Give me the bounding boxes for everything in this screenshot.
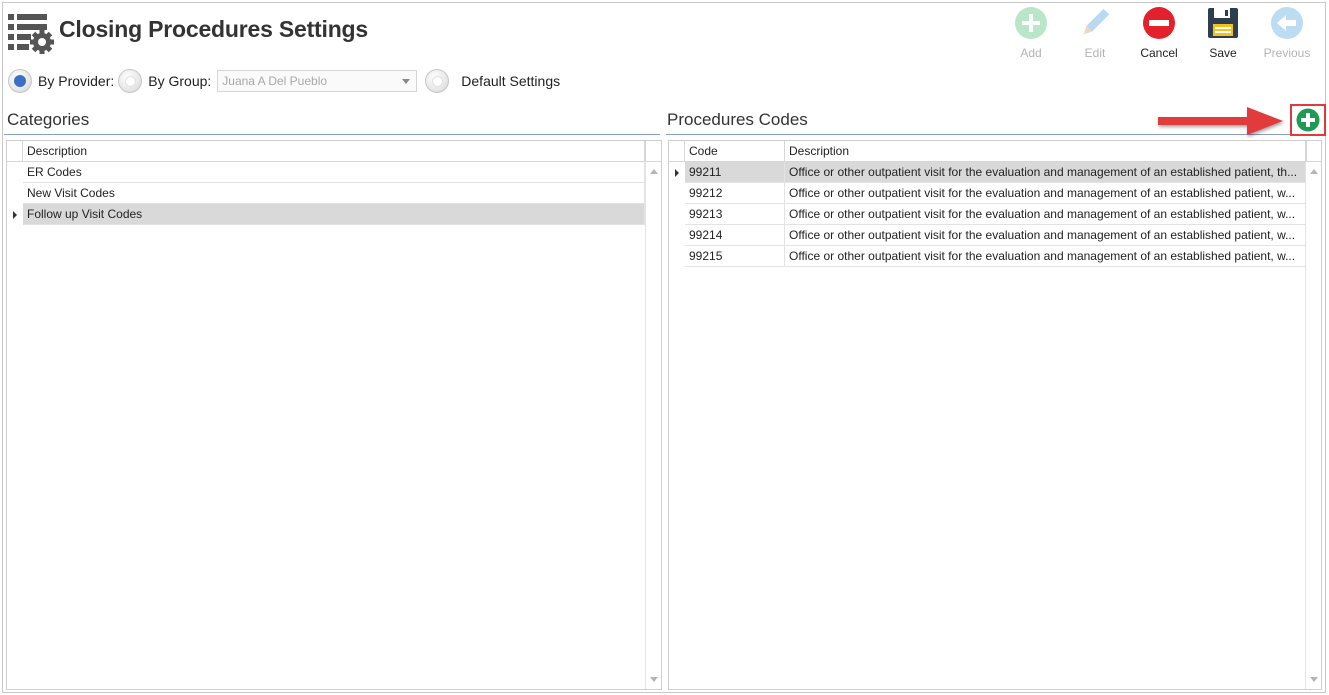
procedure-code: 99214: [685, 225, 785, 246]
procedure-code: 99211: [685, 162, 785, 183]
edit-label: Edit: [1084, 46, 1106, 60]
current-row-arrow-icon: [13, 211, 17, 219]
categories-grid: Description ER Codes New Visit Codes Fol…: [6, 140, 662, 690]
edit-pencil-icon: [1083, 8, 1110, 35]
table-row[interactable]: New Visit Codes: [7, 183, 645, 204]
group-select-value: Juana A Del Pueblo: [222, 74, 328, 88]
by-provider-radio[interactable]: [8, 69, 32, 93]
categories-divider: [4, 134, 660, 135]
procedure-description: Office or other outpatient visit for the…: [785, 183, 1307, 204]
column-header-description[interactable]: Description: [23, 141, 645, 162]
procedures-grid-header: Code Description: [669, 141, 1321, 162]
cancel-button[interactable]: Cancel: [1127, 6, 1191, 62]
add-label: Add: [1020, 46, 1042, 60]
procedures-title: Procedures Codes: [667, 110, 808, 129]
chevron-down-icon: [402, 79, 411, 84]
page-title: Closing Procedures Settings: [59, 16, 368, 42]
row-indicator: [669, 225, 685, 246]
category-description: Follow up Visit Codes: [23, 204, 645, 225]
procedure-code: 99212: [685, 183, 785, 204]
procedure-code: 99213: [685, 204, 785, 225]
save-button[interactable]: Save: [1191, 6, 1255, 62]
scroll-up-icon[interactable]: [650, 169, 658, 174]
save-label: Save: [1209, 46, 1237, 60]
table-row[interactable]: 99215 Office or other outpatient visit f…: [669, 246, 1307, 267]
settings-list-icon: [8, 14, 54, 54]
row-indicator: [7, 162, 23, 183]
save-floppy-icon: [1208, 8, 1238, 38]
column-header-description[interactable]: Description: [785, 141, 1307, 162]
radio-selected-dot: [14, 75, 26, 87]
table-row[interactable]: 99212 Office or other outpatient visit f…: [669, 183, 1307, 204]
current-row-arrow-icon: [675, 169, 679, 177]
radio-empty-dot: [124, 75, 136, 87]
scroll-up-icon[interactable]: [1310, 169, 1318, 174]
previous-arrow-icon: [1271, 7, 1303, 39]
procedure-description: Office or other outpatient visit for the…: [785, 162, 1307, 183]
edit-button[interactable]: Edit: [1063, 6, 1127, 62]
category-description: ER Codes: [23, 162, 645, 183]
add-procedure-icon: [1296, 108, 1320, 132]
table-row-selected[interactable]: Follow up Visit Codes: [7, 204, 645, 225]
previous-button[interactable]: Previous: [1255, 6, 1319, 62]
row-indicator: [669, 162, 685, 183]
row-indicator-header: [7, 141, 23, 162]
annotation-arrow-icon: [1158, 107, 1283, 135]
table-row[interactable]: 99213 Office or other outpatient visit f…: [669, 204, 1307, 225]
row-indicator-header: [669, 141, 685, 162]
radio-empty-dot: [431, 75, 443, 87]
default-settings-label: Default Settings: [461, 73, 561, 89]
add-icon: [1015, 7, 1047, 39]
column-header-code[interactable]: Code: [685, 141, 785, 162]
table-row-selected[interactable]: 99211 Office or other outpatient visit f…: [669, 162, 1307, 183]
category-description: New Visit Codes: [23, 183, 645, 204]
header-corner: [1305, 141, 1321, 162]
cancel-icon: [1143, 7, 1175, 39]
procedure-description: Office or other outpatient visit for the…: [785, 246, 1307, 267]
add-button[interactable]: Add: [999, 6, 1063, 62]
procedures-grid: Code Description 99211 Office or other o…: [668, 140, 1322, 690]
add-procedure-button[interactable]: [1290, 104, 1326, 136]
row-indicator: [669, 246, 685, 267]
filter-row: By Provider: By Group: Juana A Del Puebl…: [8, 68, 564, 94]
scroll-down-icon[interactable]: [650, 677, 658, 682]
previous-label: Previous: [1263, 46, 1311, 60]
table-row[interactable]: 99214 Office or other outpatient visit f…: [669, 225, 1307, 246]
categories-scrollbar[interactable]: [645, 162, 661, 689]
cancel-label: Cancel: [1140, 46, 1178, 60]
toolbar: Add Edit Cancel Save Previous: [999, 6, 1319, 62]
procedure-description: Office or other outpatient visit for the…: [785, 204, 1307, 225]
row-indicator: [7, 183, 23, 204]
procedure-description: Office or other outpatient visit for the…: [785, 225, 1307, 246]
table-row[interactable]: ER Codes: [7, 162, 645, 183]
procedures-scrollbar[interactable]: [1305, 162, 1321, 689]
categories-title: Categories: [7, 110, 90, 129]
by-group-radio[interactable]: [118, 69, 143, 93]
header-corner: [645, 141, 661, 162]
row-indicator: [7, 204, 23, 225]
by-provider-label: By Provider:: [38, 73, 115, 89]
by-group-label: By Group:: [148, 73, 212, 89]
categories-grid-header: Description: [7, 141, 661, 162]
default-settings-radio[interactable]: [425, 69, 450, 93]
scroll-down-icon[interactable]: [1310, 677, 1318, 682]
row-indicator: [669, 183, 685, 204]
procedure-code: 99215: [685, 246, 785, 267]
group-select[interactable]: Juana A Del Pueblo: [217, 70, 418, 92]
row-indicator: [669, 204, 685, 225]
